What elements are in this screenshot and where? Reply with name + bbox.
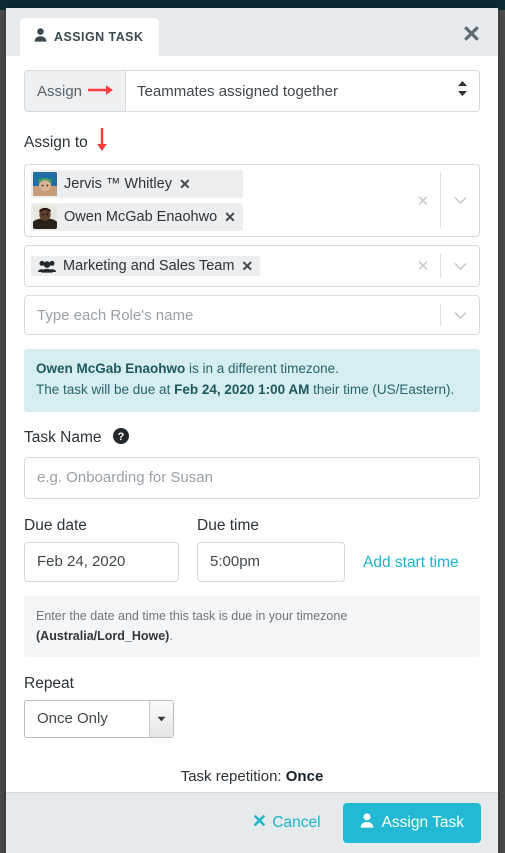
- task-name-label-row: Task Name ?: [24, 427, 480, 449]
- due-date-input[interactable]: [24, 541, 179, 582]
- cancel-button[interactable]: Cancel: [247, 813, 326, 833]
- close-icon[interactable]: [458, 20, 484, 46]
- chevron-down-icon[interactable]: [441, 262, 479, 271]
- task-repetition-line: Task repetition: Once: [24, 768, 480, 785]
- assign-addon-label: Assign: [37, 82, 83, 100]
- add-start-time-link[interactable]: Add start time: [363, 554, 459, 582]
- tab-assign-task[interactable]: ASSIGN TASK: [20, 18, 160, 56]
- assign-task-modal: ASSIGN TASK Assign Teammates assigned to…: [6, 8, 498, 853]
- person-icon: [360, 813, 374, 833]
- assign-mode-group: Assign Teammates assigned together: [24, 70, 480, 112]
- remove-x-icon[interactable]: ✕: [241, 259, 253, 273]
- timezone-alert-text-3: their time (US/Eastern).: [309, 381, 455, 397]
- roles-placeholder: Type each Role's name: [37, 306, 194, 324]
- due-row: Due date Due time Add start time: [24, 517, 480, 582]
- task-repetition-value: Once: [285, 767, 324, 785]
- member-token[interactable]: Owen McGab Enaohwo ✕: [31, 203, 243, 231]
- member-name: Jervis ™ Whitley: [64, 176, 172, 192]
- x-icon: [253, 814, 266, 832]
- clear-x-icon[interactable]: ✕: [406, 257, 440, 275]
- modal-header: ASSIGN TASK: [6, 8, 498, 56]
- timezone-alert: Owen McGab Enaohwo is in a different tim…: [24, 349, 480, 412]
- assign-task-button[interactable]: Assign Task: [342, 803, 481, 843]
- task-name-label: Task Name: [24, 429, 102, 447]
- repeat-select-wrap: Once Only: [24, 699, 174, 738]
- due-time-input[interactable]: [197, 541, 345, 582]
- assign-addon: Assign: [25, 71, 127, 111]
- repeat-select[interactable]: Once Only: [25, 700, 173, 737]
- timezone-alert-due: Feb 24, 2020 1:00 AM: [174, 381, 310, 397]
- task-repetition-prefix: Task repetition:: [180, 767, 286, 785]
- group-token[interactable]: Marketing and Sales Team ✕: [31, 256, 261, 276]
- svg-text:?: ?: [117, 431, 124, 443]
- person-icon: [34, 27, 47, 47]
- timezone-alert-person: Owen McGab Enaohwo: [36, 361, 186, 376]
- roles-actions: [440, 296, 479, 334]
- avatar: [33, 205, 57, 229]
- assign-to-members-field[interactable]: Jervis ™ Whitley ✕ Owen McGab Enaohwo ✕ …: [24, 164, 480, 237]
- group-name: Marketing and Sales Team: [63, 258, 235, 274]
- timezone-note-text-1: Enter the date and time this task is due…: [36, 608, 348, 623]
- due-time-label: Due time: [197, 516, 260, 534]
- question-circle-icon[interactable]: ?: [112, 427, 129, 449]
- cancel-label: Cancel: [272, 814, 321, 831]
- due-time-group: Due time: [197, 517, 345, 582]
- member-token[interactable]: Jervis ™ Whitley ✕: [31, 170, 243, 198]
- avatar: [33, 172, 57, 196]
- assign-mode-select[interactable]: Teammates assigned together: [126, 71, 479, 111]
- timezone-note-text-2: .: [169, 628, 173, 643]
- assign-to-groups-field[interactable]: Marketing and Sales Team ✕ ✕: [24, 245, 480, 287]
- assign-task-label: Assign Task: [381, 814, 464, 831]
- members-actions: ✕: [406, 165, 479, 236]
- assign-to-label: Assign to: [24, 133, 88, 151]
- assign-mode-select-wrap: Teammates assigned together: [126, 71, 479, 111]
- tab-label: ASSIGN TASK: [54, 30, 144, 44]
- clear-x-icon[interactable]: ✕: [406, 192, 440, 210]
- timezone-alert-line-1: Owen McGab Enaohwo is in a different tim…: [36, 359, 468, 380]
- remove-x-icon[interactable]: ✕: [224, 210, 236, 224]
- member-name: Owen McGab Enaohwo: [64, 209, 218, 225]
- due-date-group: Due date: [24, 517, 179, 582]
- timezone-alert-text-2: The task will be due at: [36, 381, 175, 397]
- timezone-alert-line-2: The task will be due at Feb 24, 2020 1:0…: [36, 380, 468, 401]
- users-group-icon: [38, 260, 56, 273]
- arrow-down-icon: [96, 128, 108, 157]
- timezone-note-timezone: (Australia/Lord_Howe): [36, 628, 170, 643]
- due-date-label: Due date: [24, 516, 87, 534]
- modal-footer: Cancel Assign Task: [6, 792, 498, 853]
- chevron-down-icon[interactable]: [441, 311, 479, 320]
- task-name-input[interactable]: [24, 456, 480, 499]
- groups-actions: ✕: [406, 246, 479, 286]
- chevron-down-icon[interactable]: [441, 196, 479, 205]
- assign-to-label-row: Assign to: [24, 128, 480, 157]
- timezone-alert-text-1: is in a different timezone.: [185, 361, 339, 376]
- assign-to-roles-field[interactable]: Type each Role's name: [24, 295, 480, 335]
- timezone-note: Enter the date and time this task is due…: [24, 595, 480, 657]
- repeat-label: Repeat: [24, 674, 74, 692]
- modal-body: Assign Teammates assigned together Assig…: [6, 56, 498, 792]
- arrow-right-icon: [88, 83, 114, 100]
- remove-x-icon[interactable]: ✕: [179, 177, 191, 191]
